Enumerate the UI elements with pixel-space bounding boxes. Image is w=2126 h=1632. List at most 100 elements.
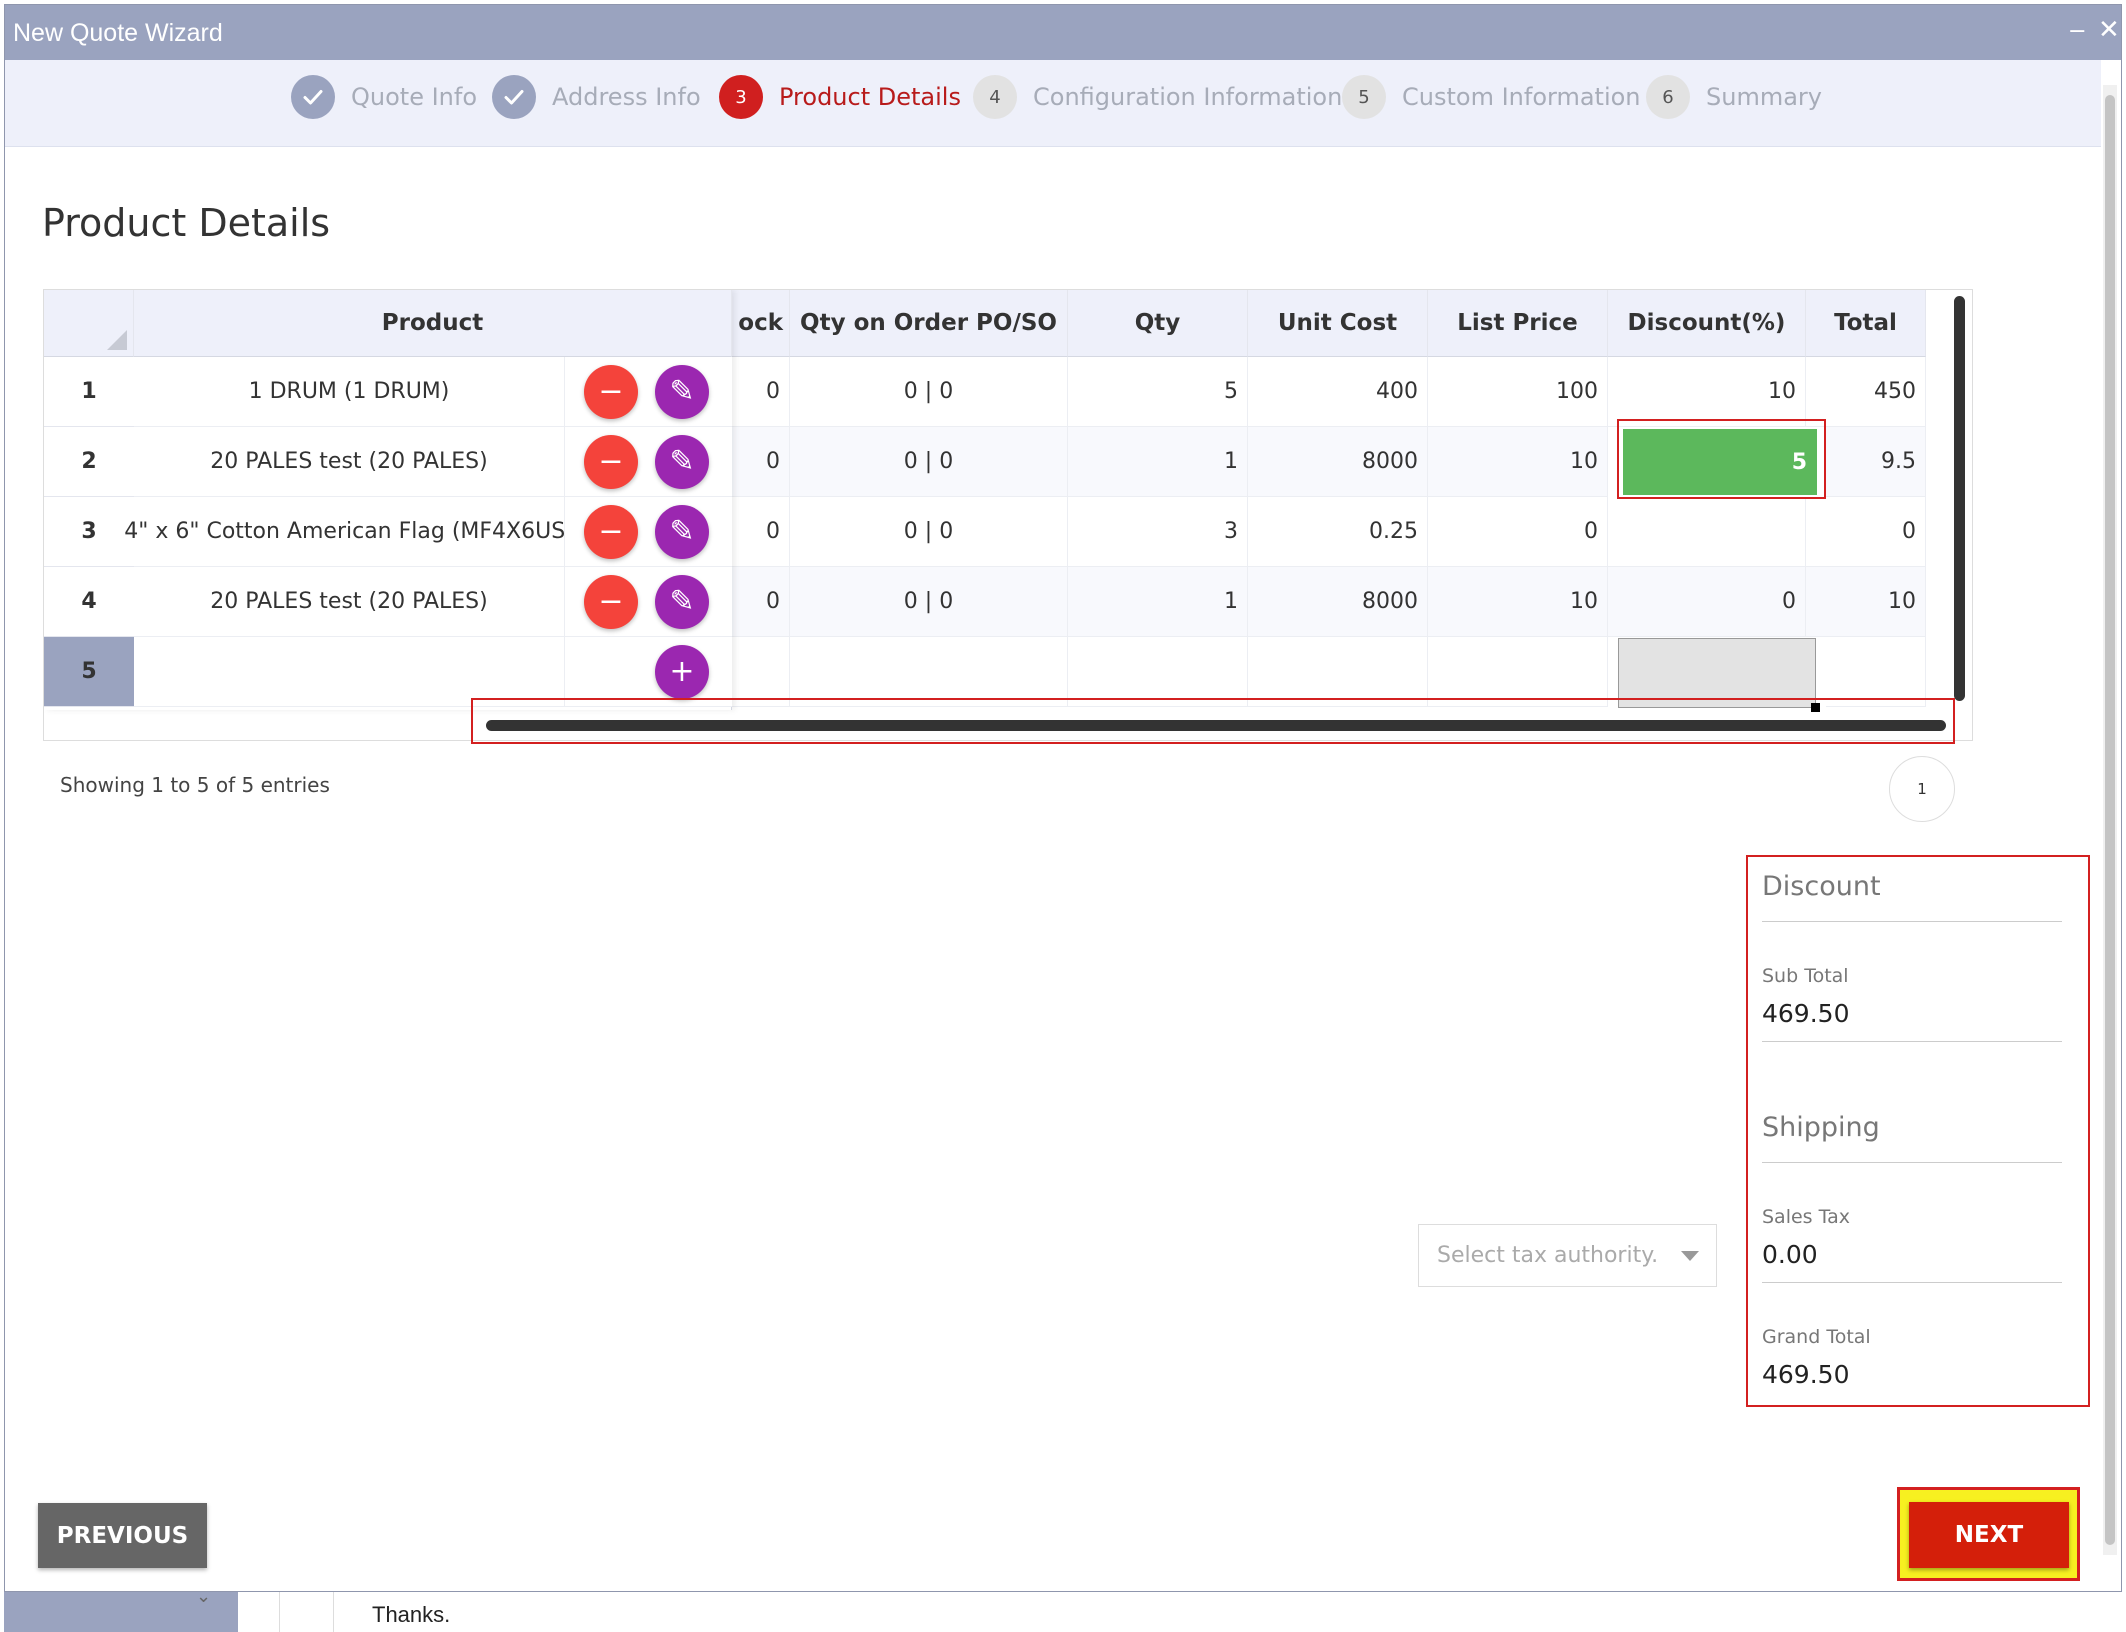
cell-list-price[interactable]: 10 — [1428, 567, 1608, 637]
row-number[interactable]: 5 — [44, 637, 134, 707]
cell-qty[interactable]: 1 — [1068, 427, 1248, 497]
cell-stock[interactable] — [732, 637, 790, 707]
step-address-info[interactable]: Address Info — [492, 75, 701, 119]
step-summary[interactable]: 6 Summary — [1646, 75, 1822, 119]
cell-product[interactable] — [134, 637, 565, 707]
scrollbar-highlight — [471, 698, 1955, 744]
cell-qty[interactable] — [1068, 637, 1248, 707]
scrollbar-thumb[interactable] — [2105, 95, 2115, 1545]
step-label: Custom Information — [1402, 83, 1641, 111]
grand-total-label: Grand Total — [1762, 1326, 1871, 1348]
remove-row-button[interactable]: − — [584, 435, 638, 489]
col-header-discount[interactable]: Discount(%) — [1608, 290, 1806, 357]
background-text: Thanks. — [372, 1602, 451, 1627]
edit-row-button[interactable]: ✎ — [655, 435, 709, 489]
cell-discount[interactable]: 0 — [1608, 567, 1806, 637]
cell-qty-on-order[interactable]: 0 | 0 — [790, 567, 1068, 637]
col-header-qty[interactable]: Qty — [1068, 290, 1248, 357]
cell-unit-cost[interactable]: 0.25 — [1248, 497, 1428, 567]
step-number: 3 — [719, 75, 763, 119]
step-product-details[interactable]: 3 Product Details — [719, 75, 961, 119]
step-number: 5 — [1342, 75, 1386, 119]
divider — [1762, 1041, 2062, 1042]
grid-vertical-scrollbar[interactable] — [1954, 296, 1965, 701]
remove-row-button[interactable]: − — [584, 575, 638, 629]
edit-row-button[interactable]: ✎ — [655, 575, 709, 629]
row-number[interactable]: 2 — [44, 427, 134, 497]
cell-qty[interactable]: 1 — [1068, 567, 1248, 637]
row-number[interactable]: 1 — [44, 357, 134, 427]
cell-discount[interactable] — [1608, 497, 1806, 567]
pencil-icon: ✎ — [669, 514, 695, 549]
cell-list-price[interactable]: 10 — [1428, 427, 1608, 497]
cell-total[interactable]: 10 — [1806, 567, 1926, 637]
minus-icon: − — [598, 584, 624, 619]
row-number[interactable]: 3 — [44, 497, 134, 567]
cell-total[interactable]: 9.5 — [1826, 427, 1926, 497]
step-configuration-information[interactable]: 4 Configuration Information — [973, 75, 1342, 119]
pencil-icon: ✎ — [669, 584, 695, 619]
minus-icon: − — [598, 514, 624, 549]
row-number[interactable]: 4 — [44, 567, 134, 637]
cell-unit-cost[interactable]: 8000 — [1248, 427, 1428, 497]
cell-qty-on-order[interactable]: 0 | 0 — [790, 427, 1068, 497]
close-icon[interactable]: ✕ — [2098, 15, 2120, 45]
cell-list-price[interactable]: 100 — [1428, 357, 1608, 427]
cell-product[interactable]: 20 PALES test (20 PALES) — [134, 427, 565, 497]
cell-qty-on-order[interactable]: 0 | 0 — [790, 357, 1068, 427]
grid-corner[interactable] — [44, 290, 134, 357]
pagination-page-1[interactable]: 1 — [1889, 756, 1955, 822]
cell-qty[interactable]: 5 — [1068, 357, 1248, 427]
cell-qty-on-order[interactable] — [790, 637, 1068, 707]
cell-product[interactable]: 4" x 6" Cotton American Flag (MF4X6US) — [124, 497, 574, 567]
discount-title[interactable]: Discount — [1762, 871, 1881, 902]
entries-info: Showing 1 to 5 of 5 entries — [60, 773, 330, 797]
col-header-stock[interactable]: ock — [732, 290, 790, 357]
cell-list-price[interactable] — [1428, 637, 1608, 707]
minimize-icon[interactable]: ‒ — [2069, 15, 2086, 45]
cell-qty[interactable]: 3 — [1068, 497, 1248, 567]
col-header-list-price[interactable]: List Price — [1428, 290, 1608, 357]
background-page: ⌄ Thanks. — [0, 1586, 2126, 1632]
cell-total[interactable] — [1826, 637, 1926, 707]
col-header-total[interactable]: Total — [1806, 290, 1926, 357]
cell-list-price[interactable]: 0 — [1428, 497, 1608, 567]
cell-product[interactable]: 1 DRUM (1 DRUM) — [134, 357, 565, 427]
cell-stock[interactable]: 0 — [732, 497, 790, 567]
window-scrollbar[interactable] — [2103, 85, 2117, 1555]
add-row-button[interactable]: + — [655, 645, 709, 699]
col-header-qty-on-order[interactable]: Qty on Order PO/SO — [790, 290, 1068, 357]
divider — [1762, 921, 2062, 922]
cell-unit-cost[interactable]: 8000 — [1248, 567, 1428, 637]
cell-qty-on-order[interactable]: 0 | 0 — [790, 497, 1068, 567]
sub-total-label: Sub Total — [1762, 965, 1849, 987]
check-icon — [291, 75, 335, 119]
cell-product[interactable]: 20 PALES test (20 PALES) — [134, 567, 565, 637]
window-title: New Quote Wizard — [13, 19, 223, 47]
remove-row-button[interactable]: − — [584, 505, 638, 559]
shipping-title[interactable]: Shipping — [1762, 1112, 1880, 1143]
cell-total[interactable]: 450 — [1806, 357, 1926, 427]
minus-icon: − — [598, 444, 624, 479]
tax-authority-select[interactable]: Select tax authority. — [1418, 1224, 1717, 1287]
plus-icon: + — [669, 654, 695, 689]
cell-stock[interactable]: 0 — [732, 567, 790, 637]
edit-row-button[interactable]: ✎ — [655, 365, 709, 419]
cell-unit-cost[interactable]: 400 — [1248, 357, 1428, 427]
previous-button[interactable]: PREVIOUS — [38, 1503, 207, 1568]
cell-stock[interactable]: 0 — [732, 427, 790, 497]
cell-stock[interactable]: 0 — [732, 357, 790, 427]
edit-row-button[interactable]: ✎ — [655, 505, 709, 559]
cell-total[interactable]: 0 — [1806, 497, 1926, 567]
cell-unit-cost[interactable] — [1248, 637, 1428, 707]
minus-icon: − — [598, 374, 624, 409]
grid-scroll-area: ock Qty on Order PO/SO Qty Unit Cost Lis… — [44, 290, 1964, 712]
step-quote-info[interactable]: Quote Info — [291, 75, 477, 119]
page-title: Product Details — [42, 201, 331, 245]
cell-discount[interactable]: 10 — [1608, 357, 1806, 427]
next-button[interactable]: NEXT — [1909, 1502, 2069, 1568]
col-header-product[interactable]: Product — [134, 290, 732, 357]
col-header-unit-cost[interactable]: Unit Cost — [1248, 290, 1428, 357]
remove-row-button[interactable]: − — [584, 365, 638, 419]
step-custom-information[interactable]: 5 Custom Information — [1342, 75, 1641, 119]
